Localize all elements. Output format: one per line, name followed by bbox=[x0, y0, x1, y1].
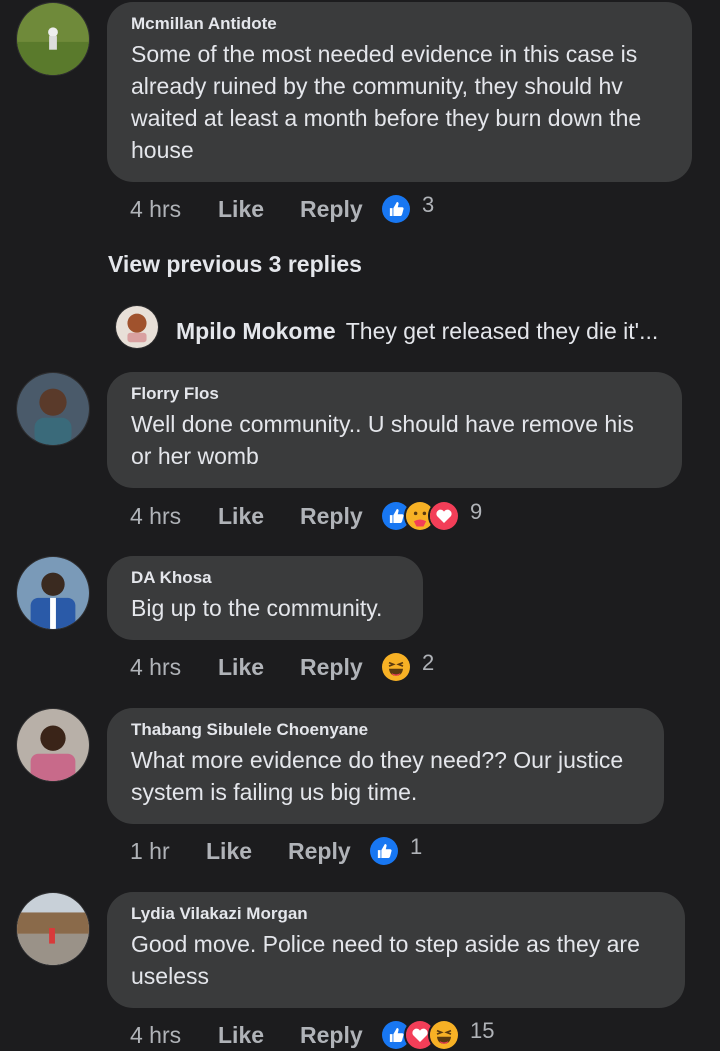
reply-author[interactable]: Mpilo Mokome bbox=[176, 318, 336, 344]
avatar[interactable] bbox=[16, 372, 90, 446]
comment-actions: 4 hrs Like Reply 9 bbox=[130, 496, 482, 536]
avatar[interactable] bbox=[16, 2, 90, 76]
comment-bubble: DA Khosa Big up to the community. bbox=[107, 556, 423, 640]
avatar[interactable] bbox=[16, 708, 90, 782]
comment-text: Some of the most needed evidence in this… bbox=[131, 41, 642, 163]
reaction-count: 9 bbox=[470, 499, 483, 524]
reply-button[interactable]: Reply bbox=[300, 503, 380, 530]
reply-button[interactable]: Reply bbox=[300, 1022, 380, 1049]
comment-actions: 4 hrs Like Reply 3 bbox=[130, 189, 434, 229]
like-button[interactable]: Like bbox=[218, 196, 300, 223]
view-previous-replies-link[interactable]: View previous 3 replies bbox=[108, 251, 362, 278]
avatar[interactable] bbox=[16, 556, 90, 630]
reaction-summary[interactable]: 2 bbox=[380, 650, 435, 683]
comment-time[interactable]: 4 hrs bbox=[130, 196, 218, 223]
comment-actions: 4 hrs Like Reply 15 bbox=[130, 1015, 494, 1051]
reply-preview[interactable]: Mpilo Mokome They get released they die i… bbox=[176, 318, 658, 345]
like-button[interactable]: Like bbox=[218, 503, 300, 530]
comment-author[interactable]: Florry Flos bbox=[131, 384, 658, 404]
reaction-summary[interactable]: 15 bbox=[380, 1018, 495, 1051]
comment-time[interactable]: 4 hrs bbox=[130, 1022, 218, 1049]
reply-button[interactable]: Reply bbox=[300, 654, 380, 681]
reply-avatar[interactable] bbox=[115, 305, 159, 349]
comment-text: Good move. Police need to step aside as … bbox=[131, 931, 640, 989]
reaction-count: 3 bbox=[422, 192, 435, 217]
reaction-count: 2 bbox=[422, 650, 435, 675]
reaction-count: 1 bbox=[410, 834, 423, 859]
haha-reaction-icon bbox=[380, 651, 412, 683]
reaction-summary[interactable]: 3 bbox=[380, 192, 435, 225]
like-button[interactable]: Like bbox=[218, 654, 300, 681]
comment-author[interactable]: Thabang Sibulele Choenyane bbox=[131, 720, 640, 740]
comment-text: Well done community.. U should have remo… bbox=[131, 411, 634, 469]
comment-author[interactable]: Mcmillan Antidote bbox=[131, 14, 668, 34]
comment-bubble: Lydia Vilakazi Morgan Good move. Police … bbox=[107, 892, 685, 1008]
reaction-summary[interactable]: 1 bbox=[368, 834, 423, 867]
like-button[interactable]: Like bbox=[218, 1022, 300, 1049]
comment-time[interactable]: 1 hr bbox=[130, 838, 206, 865]
comment-author[interactable]: DA Khosa bbox=[131, 568, 399, 588]
comment-author[interactable]: Lydia Vilakazi Morgan bbox=[131, 904, 661, 924]
comment-bubble: Mcmillan Antidote Some of the most neede… bbox=[107, 2, 692, 182]
haha-reaction-icon bbox=[428, 1019, 460, 1051]
like-reaction-icon bbox=[380, 193, 412, 225]
comment-text: What more evidence do they need?? Our ju… bbox=[131, 747, 624, 805]
like-reaction-icon bbox=[368, 835, 400, 867]
reply-text: They get released they die it'... bbox=[345, 318, 659, 344]
love-reaction-icon bbox=[428, 500, 460, 532]
comment-actions: 4 hrs Like Reply 2 bbox=[130, 647, 434, 687]
reaction-count: 15 bbox=[470, 1018, 495, 1043]
reply-button[interactable]: Reply bbox=[288, 838, 368, 865]
comment-time[interactable]: 4 hrs bbox=[130, 654, 218, 681]
comment-time[interactable]: 4 hrs bbox=[130, 503, 218, 530]
comment-text: Big up to the community. bbox=[131, 595, 383, 621]
comment-bubble: Thabang Sibulele Choenyane What more evi… bbox=[107, 708, 664, 824]
avatar[interactable] bbox=[16, 892, 90, 966]
comment-bubble: Florry Flos Well done community.. U shou… bbox=[107, 372, 682, 488]
reaction-summary[interactable]: 9 bbox=[380, 499, 483, 532]
like-button[interactable]: Like bbox=[206, 838, 288, 865]
reply-button[interactable]: Reply bbox=[300, 196, 380, 223]
comment-actions: 1 hr Like Reply 1 bbox=[130, 831, 422, 871]
